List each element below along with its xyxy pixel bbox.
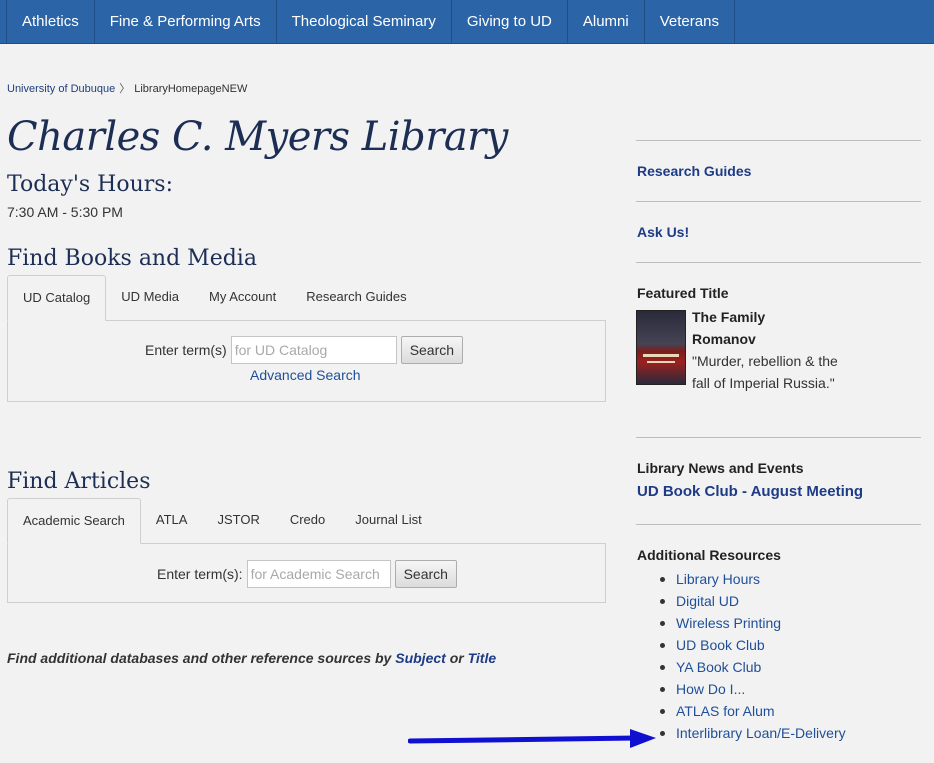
featured-title-heading: Featured Title (637, 285, 729, 301)
articles-search-form: Enter term(s): Search (157, 560, 457, 588)
book-cover-detail (647, 361, 675, 363)
page-title: Charles C. Myers Library (7, 114, 508, 160)
books-search-button[interactable]: Search (400, 336, 464, 364)
breadcrumb-separator: 〉 (119, 83, 131, 95)
sidebar-divider (636, 140, 921, 141)
articles-tabs: Academic Search ATLA JSTOR Credo Journal… (7, 498, 437, 544)
list-item: How Do I... (660, 678, 846, 700)
resource-link-wireless-printing[interactable]: Wireless Printing (676, 615, 781, 631)
resource-link-interlibrary-loan[interactable]: Interlibrary Loan/E-Delivery (676, 725, 846, 741)
annotation-arrow-icon (408, 729, 656, 748)
research-guides-link[interactable]: Research Guides (637, 163, 751, 179)
footnote-prefix: Find additional databases and other refe… (7, 650, 396, 666)
tab-ud-catalog[interactable]: UD Catalog (7, 275, 107, 321)
additional-resources-heading: Additional Resources (637, 547, 781, 563)
nav-theological-seminary[interactable]: Theological Seminary (275, 0, 451, 43)
book-club-meeting-link[interactable]: UD Book Club - August Meeting (637, 483, 863, 500)
books-search-form: Enter term(s) Search (145, 336, 464, 364)
articles-search-input[interactable] (246, 560, 391, 588)
resource-link-how-do-i[interactable]: How Do I... (676, 681, 745, 697)
tab-jstor[interactable]: JSTOR (202, 498, 274, 544)
list-item: ATLAS for Alum (660, 700, 846, 722)
articles-search-label: Enter term(s): (157, 566, 243, 582)
featured-book-title[interactable]: The Family Romanov (692, 306, 832, 350)
nav-giving-to-ud[interactable]: Giving to UD (450, 0, 567, 43)
sidebar-divider (636, 201, 921, 202)
resource-link-ya-book-club[interactable]: YA Book Club (676, 659, 761, 675)
nav-fine-performing-arts[interactable]: Fine & Performing Arts (93, 0, 276, 43)
hours-value: 7:30 AM - 5:30 PM (7, 204, 123, 220)
tab-academic-search[interactable]: Academic Search (7, 498, 141, 544)
books-search-input[interactable] (230, 336, 397, 364)
resource-link-ud-book-club[interactable]: UD Book Club (676, 637, 765, 653)
footnote-middle: or (445, 650, 468, 666)
featured-book-description: "Murder, rebellion & the fall of Imperia… (692, 353, 838, 391)
list-item: Wireless Printing (660, 612, 846, 634)
list-item: Interlibrary Loan/E-Delivery (660, 722, 846, 744)
additional-databases-note: Find additional databases and other refe… (7, 650, 496, 666)
list-item: UD Book Club (660, 634, 846, 656)
title-link[interactable]: Title (468, 650, 497, 666)
sidebar-divider (636, 437, 921, 438)
books-tabs: UD Catalog UD Media My Account Research … (7, 275, 422, 321)
sidebar-divider (636, 524, 921, 525)
tab-research-guides[interactable]: Research Guides (291, 275, 421, 321)
find-books-heading: Find Books and Media (7, 246, 257, 271)
resource-link-library-hours[interactable]: Library Hours (676, 571, 760, 587)
tab-journal-list[interactable]: Journal List (340, 498, 436, 544)
nav-athletics[interactable]: Athletics (6, 0, 94, 43)
additional-resources-list: Library Hours Digital UD Wireless Printi… (660, 568, 846, 744)
subject-link[interactable]: Subject (395, 650, 446, 666)
list-item: Library Hours (660, 568, 846, 590)
ask-us-link[interactable]: Ask Us! (637, 224, 689, 240)
books-search-label: Enter term(s) (145, 342, 227, 358)
tab-ud-media[interactable]: UD Media (106, 275, 194, 321)
articles-search-button[interactable]: Search (394, 560, 457, 588)
advanced-search-link[interactable]: Advanced Search (250, 367, 361, 383)
tab-my-account[interactable]: My Account (194, 275, 291, 321)
nav-veterans[interactable]: Veterans (643, 0, 735, 43)
resource-link-digital-ud[interactable]: Digital UD (676, 593, 739, 609)
tab-credo[interactable]: Credo (275, 498, 340, 544)
top-navigation: Athletics Fine & Performing Arts Theolog… (0, 0, 934, 44)
sidebar-divider (636, 262, 921, 263)
list-item: Digital UD (660, 590, 846, 612)
news-events-heading: Library News and Events (637, 460, 804, 476)
nav-alumni[interactable]: Alumni (566, 0, 644, 43)
book-cover-image[interactable] (636, 310, 686, 385)
breadcrumb: University of Dubuque 〉 LibraryHomepageNEW (7, 80, 247, 96)
breadcrumb-current: LibraryHomepageNEW (134, 83, 248, 95)
book-cover-detail (643, 354, 679, 357)
list-item: YA Book Club (660, 656, 846, 678)
find-articles-heading: Find Articles (7, 469, 151, 494)
tab-atla[interactable]: ATLA (141, 498, 203, 544)
resource-link-atlas-for-alum[interactable]: ATLAS for Alum (676, 703, 775, 719)
hours-heading: Today's Hours: (7, 172, 173, 197)
breadcrumb-home-link[interactable]: University of Dubuque (7, 83, 115, 95)
